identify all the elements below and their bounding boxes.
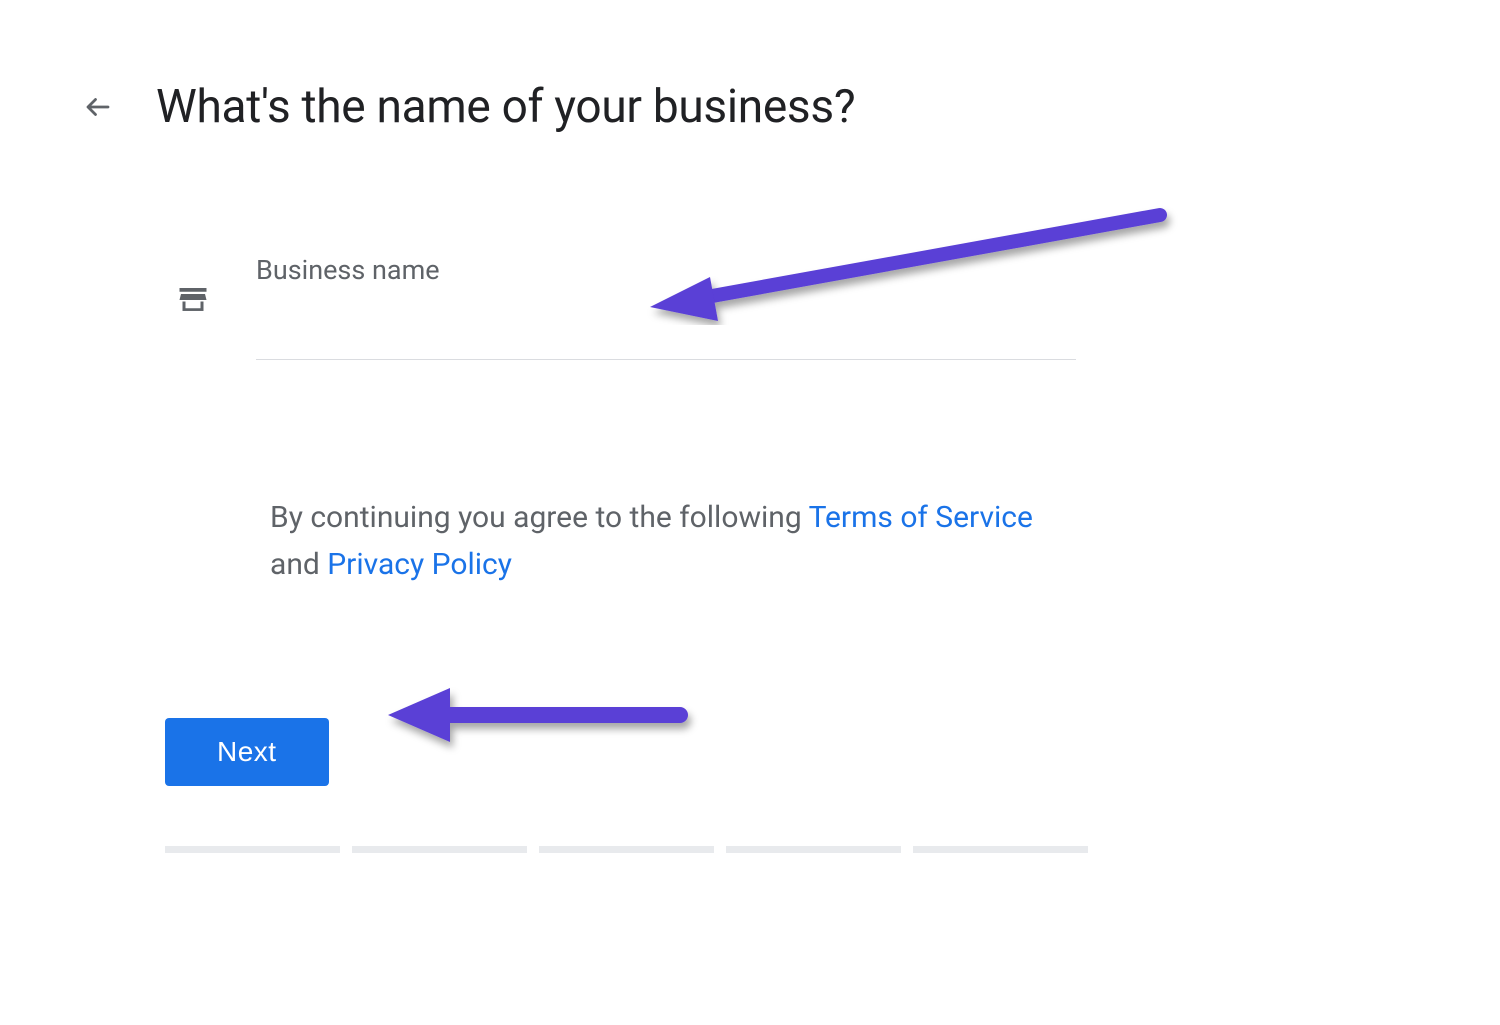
store-icon <box>175 282 211 322</box>
next-button[interactable]: Next <box>165 718 329 786</box>
business-name-input[interactable] <box>256 302 1076 360</box>
progress-segment <box>165 846 340 853</box>
legal-disclaimer: By continuing you agree to the following… <box>270 495 1090 588</box>
terms-of-service-link[interactable]: Terms of Service <box>809 500 1033 535</box>
progress-segment <box>726 846 901 853</box>
progress-segment <box>352 846 527 853</box>
legal-prefix: By continuing you agree to the following <box>270 500 809 535</box>
privacy-policy-link[interactable]: Privacy Policy <box>327 547 512 582</box>
business-name-label: Business name <box>256 254 1076 286</box>
progress-segment <box>539 846 714 853</box>
back-arrow-icon[interactable] <box>80 89 116 125</box>
legal-and: and <box>270 547 327 582</box>
progress-segment <box>913 846 1088 853</box>
progress-bar <box>165 846 1420 853</box>
page-title: What's the name of your business? <box>156 80 855 134</box>
